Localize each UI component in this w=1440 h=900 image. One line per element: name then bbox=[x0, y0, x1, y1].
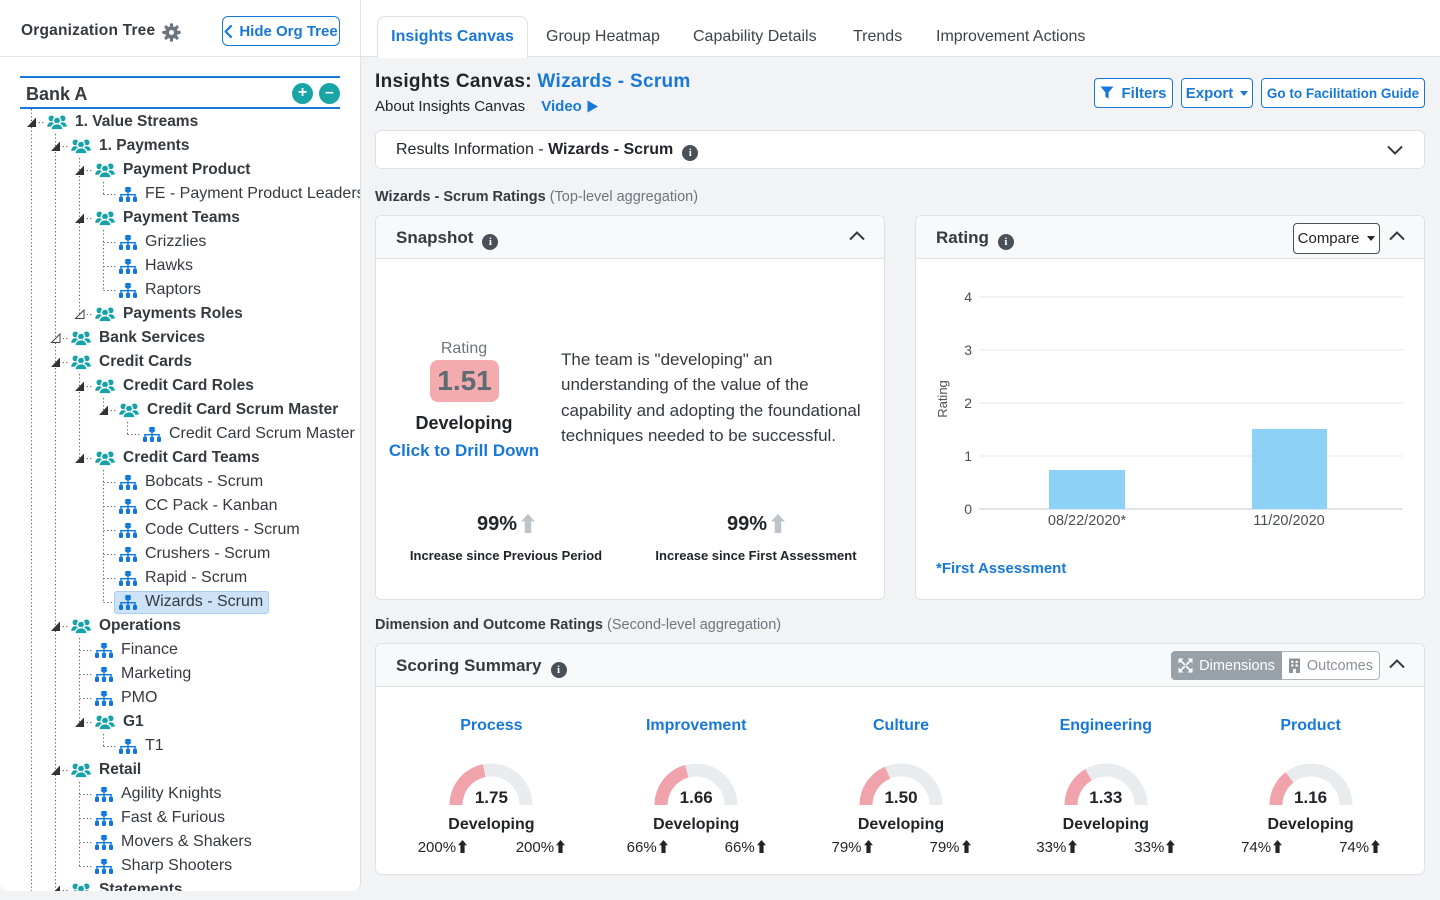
svg-text:11/20/2020: 11/20/2020 bbox=[1253, 513, 1325, 529]
svg-text:2: 2 bbox=[964, 395, 972, 411]
svg-text:3: 3 bbox=[964, 342, 972, 358]
svg-text:0: 0 bbox=[964, 501, 972, 517]
svg-text:Rating: Rating bbox=[935, 380, 950, 418]
svg-text:1: 1 bbox=[964, 448, 972, 464]
svg-text:08/22/2020*: 08/22/2020* bbox=[1048, 513, 1127, 529]
svg-text:4: 4 bbox=[964, 289, 972, 305]
